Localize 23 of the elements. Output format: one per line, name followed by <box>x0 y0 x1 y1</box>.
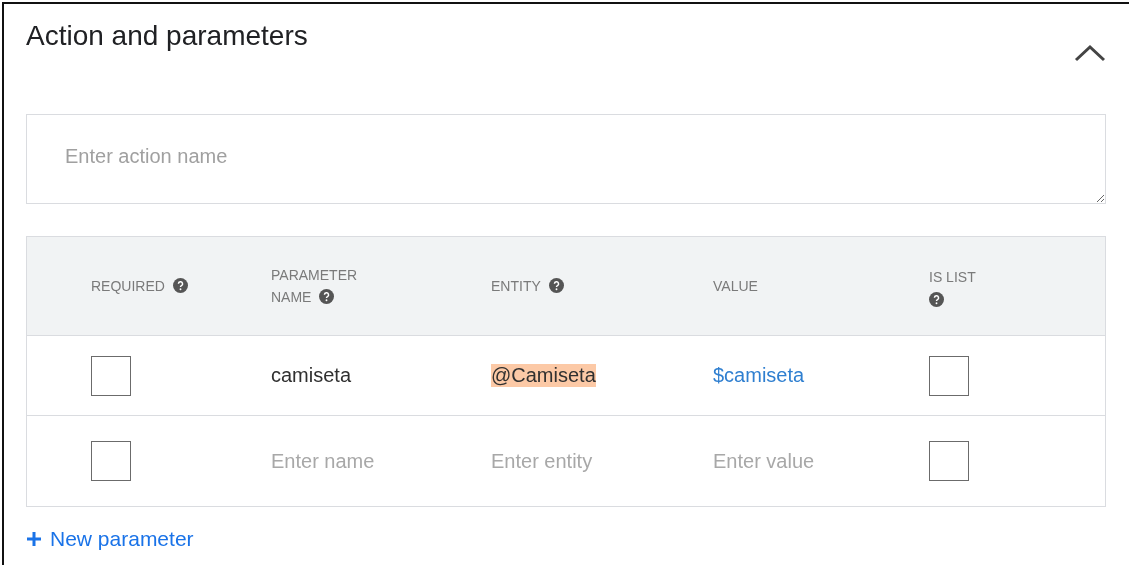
checkbox[interactable] <box>929 355 969 396</box>
entity: @Camiseta <box>491 364 596 387</box>
parameter-value-placeholder[interactable]: Enter value <box>713 449 815 473</box>
checkbox[interactable] <box>929 441 969 481</box>
help-icon[interactable] <box>929 291 944 307</box>
plus-icon <box>26 531 42 547</box>
section-title: Action and parameters <box>26 20 308 52</box>
action-name-field[interactable]: Enter action name <box>26 114 1106 204</box>
column-header: IS LIST <box>929 265 999 307</box>
checkbox[interactable] <box>91 441 131 481</box>
entity-placeholder[interactable]: Enter entity <box>491 449 593 473</box>
parameter-name: camiseta <box>271 364 352 387</box>
column-header: VALUE <box>713 277 759 296</box>
parameter-name-placeholder[interactable]: Enter name <box>271 449 375 473</box>
checkbox[interactable] <box>91 355 131 396</box>
new-parameter-link[interactable]: New parameter <box>26 527 194 551</box>
column-header: PARAMETER NAME <box>271 266 359 307</box>
help-icon[interactable] <box>172 278 188 293</box>
help-icon[interactable] <box>319 289 335 304</box>
column-header: REQUIRED <box>91 275 231 297</box>
column-header: ENTITY <box>491 275 631 297</box>
parameter-value: $camiseta <box>713 364 805 387</box>
help-icon[interactable] <box>548 278 564 293</box>
